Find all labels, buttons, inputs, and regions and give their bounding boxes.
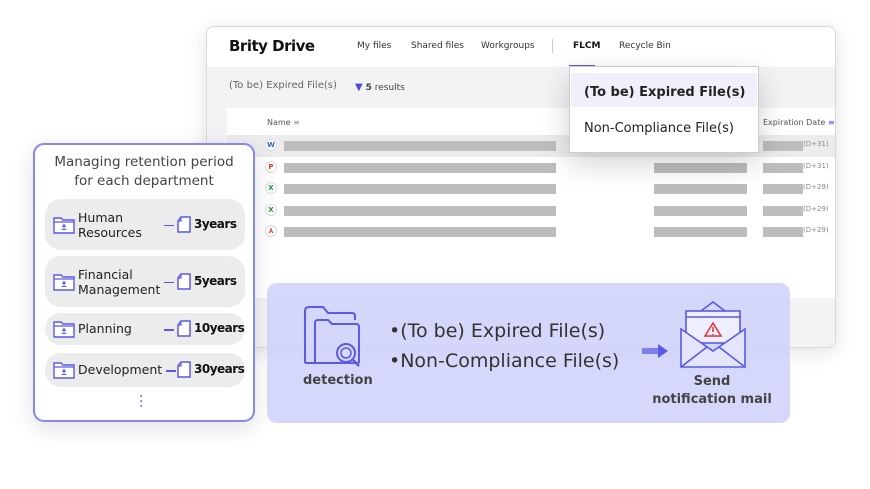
department-name-line2: Management — [78, 281, 161, 297]
department-item: Financial Management 5years — [45, 256, 245, 307]
table-row[interactable]: X (D+29) — [227, 178, 835, 200]
file-name-redacted — [284, 141, 556, 151]
days-remaining: (D+31) — [803, 140, 829, 148]
table-row[interactable]: P (D+31) — [227, 157, 835, 179]
file-name-redacted — [284, 206, 556, 216]
department-name: Financial Management — [78, 267, 160, 297]
table-row[interactable]: ⅄ (D+29) — [227, 221, 835, 243]
file-info-redacted — [654, 206, 747, 216]
date-redacted — [763, 206, 803, 216]
document-icon — [177, 215, 191, 233]
department-folder-icon — [53, 321, 75, 338]
count-label: results — [374, 83, 405, 93]
department-name-line1: Planning — [78, 321, 132, 336]
retention-title-line2: for each department — [74, 173, 214, 189]
file-type-icon: X — [265, 204, 277, 216]
nav-workgroups[interactable]: Workgroups — [481, 41, 535, 51]
date-redacted — [763, 227, 803, 237]
nav-shared-files[interactable]: Shared files — [411, 41, 464, 51]
bullet-non-compliance-text: Non-Compliance File(s) — [400, 350, 620, 372]
sort-icon: ≡ — [293, 118, 300, 127]
nav-my-files[interactable]: My files — [357, 41, 391, 51]
connector-line — [166, 370, 176, 372]
bullet-dot: • — [389, 350, 401, 372]
file-info-redacted — [654, 163, 747, 173]
more-icon: · · · — [139, 389, 144, 415]
table-row[interactable]: X (D+29) — [227, 200, 835, 222]
bullet-expired-text: (To be) Expired File(s) — [400, 320, 606, 342]
department-name: Human Resources — [78, 210, 142, 240]
department-name: Development — [78, 362, 162, 377]
retention-years: 5years — [194, 273, 237, 288]
department-name-line1: Financial — [78, 266, 133, 282]
column-name[interactable]: Name ≡ — [267, 118, 300, 127]
mail-alert-icon — [680, 301, 746, 368]
department-folder-icon — [53, 362, 75, 379]
retention-title-line1: Managing retention period — [54, 154, 234, 170]
department-name-line2: Resources — [78, 224, 142, 240]
days-remaining: (D+31) — [803, 162, 829, 170]
nav-flcm[interactable]: FLCM — [573, 41, 600, 51]
document-icon — [177, 361, 191, 378]
file-type-icon: P — [265, 161, 277, 173]
department-name-line1: Human — [78, 209, 124, 225]
bullet-expired: •(To be) Expired File(s) — [389, 320, 605, 342]
document-icon — [177, 272, 191, 290]
date-redacted — [763, 163, 803, 173]
bullet-non-compliance: •Non-Compliance File(s) — [389, 350, 619, 372]
file-name-redacted — [284, 163, 556, 173]
flcm-dropdown: (To be) Expired File(s) Non-Compliance F… — [569, 66, 759, 153]
result-count[interactable]: ▼ 5 results — [355, 82, 405, 93]
file-name-redacted — [284, 184, 556, 194]
department-folder-icon — [53, 216, 75, 234]
nav-recycle-bin[interactable]: Recycle Bin — [619, 41, 671, 51]
department-folder-icon — [53, 273, 75, 291]
file-info-redacted — [654, 184, 747, 194]
send-label-line1: Send — [693, 374, 731, 389]
department-name-line1: Development — [78, 362, 163, 377]
app-logo: Brity Drive — [229, 37, 315, 55]
folder-search-icon — [304, 306, 360, 367]
nav-divider — [552, 39, 553, 53]
days-remaining: (D+29) — [803, 183, 829, 191]
retention-years: 3years — [194, 216, 237, 231]
department-name: Planning — [78, 321, 132, 336]
count-value: 5 — [365, 83, 372, 93]
retention-years: 30years — [194, 362, 245, 376]
department-item: Development 30years — [45, 353, 245, 387]
file-type-icon: X — [265, 182, 277, 194]
send-label-line2: notification mail — [652, 392, 772, 407]
days-remaining: (D+29) — [803, 226, 829, 234]
page-title: (To be) Expired File(s) — [229, 80, 337, 91]
column-expiration[interactable]: Expiration Date ≡ — [763, 118, 835, 127]
retention-years: 10years — [194, 321, 245, 335]
days-remaining: (D+29) — [803, 205, 829, 213]
document-icon — [177, 320, 191, 337]
connector-line — [164, 224, 174, 226]
retention-card: Managing retention period for each depart… — [33, 143, 255, 422]
file-name-redacted — [284, 227, 556, 237]
connector-line — [164, 281, 174, 283]
detection-label: detection — [303, 373, 373, 388]
connector-line — [164, 329, 174, 331]
dropdown-item-expired[interactable]: (To be) Expired File(s) — [571, 73, 757, 107]
detection-panel: detection •(To be) Expired File(s) •Non-… — [267, 283, 790, 423]
sort-icon: ≡ — [827, 118, 835, 127]
filter-icon: ▼ — [355, 82, 363, 93]
column-expiration-label: Expiration Date — [763, 118, 826, 127]
bullet-dot: • — [389, 320, 401, 342]
column-name-label: Name — [267, 118, 291, 127]
retention-title: Managing retention period for each depart… — [35, 153, 253, 191]
date-redacted — [763, 141, 803, 151]
dropdown-item-non-compliance[interactable]: Non-Compliance File(s) — [571, 109, 757, 143]
file-info-redacted — [654, 227, 747, 237]
file-type-icon: ⅄ — [265, 225, 277, 237]
header: Brity Drive My files Shared files Workgr… — [207, 27, 835, 67]
arrow-right-icon — [642, 344, 668, 358]
department-item: Human Resources 3years — [45, 199, 245, 250]
file-type-icon: W — [265, 139, 277, 151]
send-mail-label: Send notification mail — [642, 373, 782, 409]
date-redacted — [763, 184, 803, 194]
department-item: Planning 10years — [45, 313, 245, 345]
